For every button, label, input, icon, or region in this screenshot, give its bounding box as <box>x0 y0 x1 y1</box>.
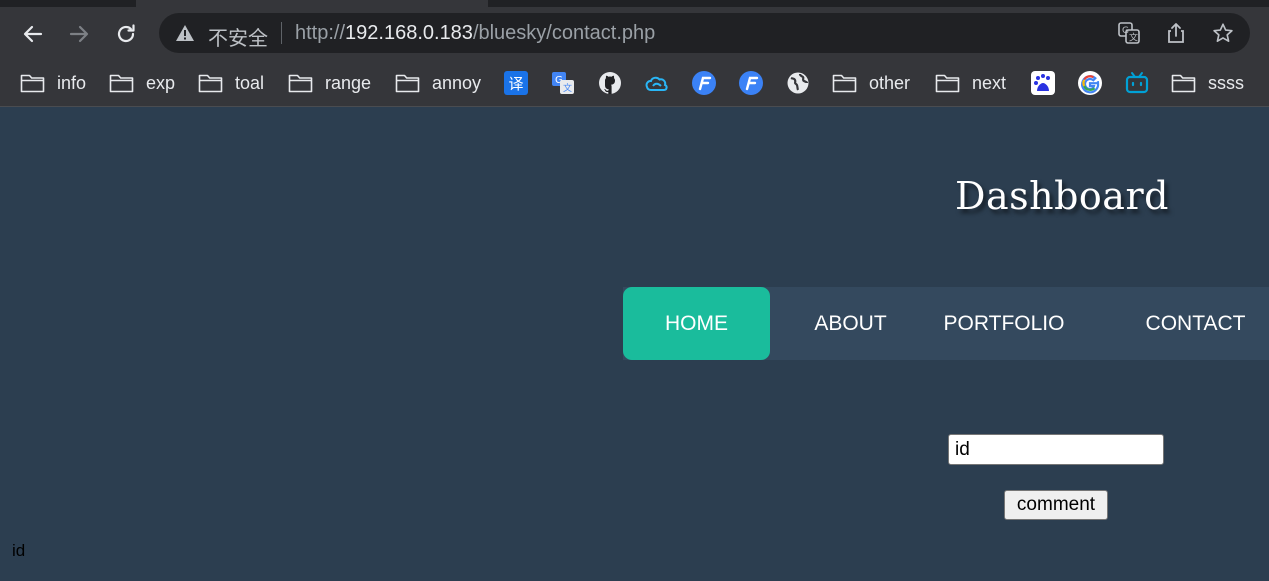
baidu-translate-icon[interactable]: 译 <box>503 70 529 96</box>
github-icon[interactable] <box>597 70 623 96</box>
output-text: id <box>12 541 26 560</box>
folder-icon <box>1171 74 1196 93</box>
folder-icon <box>395 74 420 93</box>
active-tab[interactable] <box>136 0 488 7</box>
bookmark-label: annoy <box>432 72 482 93</box>
bookmark-folder-info[interactable]: info <box>20 70 86 96</box>
baidu-icon[interactable] <box>1030 70 1056 96</box>
bookmark-label: info <box>57 72 87 93</box>
menu-item-home[interactable]: HOME <box>623 287 770 360</box>
bookmark-folder-other[interactable]: other <box>832 70 910 96</box>
main-menu: HOME ABOUT PORTFOLIO CONTACT <box>623 287 1269 360</box>
url-path: /bluesky/contact.php <box>472 22 656 44</box>
fofa-icon[interactable] <box>738 70 764 96</box>
reload-icon[interactable] <box>111 19 141 49</box>
url-text[interactable]: http://192.168.0.183/bluesky/contact.php <box>295 22 655 45</box>
svg-text:G: G <box>1122 26 1129 36</box>
comment-button[interactable]: comment <box>1004 490 1108 520</box>
bookmark-folder-ssss[interactable]: ssss <box>1171 70 1244 96</box>
address-bar[interactable]: 不安全 http://192.168.0.183/bluesky/contact… <box>159 13 1250 53</box>
bookmark-folder-toal[interactable]: toal <box>198 70 264 96</box>
warning-icon[interactable] <box>175 24 195 47</box>
bookmark-label: other <box>869 72 911 93</box>
bookmark-label: ssss <box>1208 72 1244 93</box>
folder-icon <box>935 74 960 93</box>
bookmark-label: next <box>972 72 1007 93</box>
bookmark-folder-exp[interactable]: exp <box>109 70 175 96</box>
folder-icon <box>832 74 857 93</box>
security-label[interactable]: 不安全 <box>208 22 268 51</box>
google-icon[interactable] <box>1077 70 1103 96</box>
page-title: Dashboard <box>955 174 1169 218</box>
forward-icon[interactable] <box>64 19 94 49</box>
omnibox-divider <box>281 22 282 44</box>
folder-icon <box>20 74 45 93</box>
id-input[interactable] <box>948 434 1164 465</box>
folder-icon <box>198 74 223 93</box>
menu-item-about[interactable]: ABOUT <box>793 287 908 360</box>
translate-glyph: 译 <box>504 71 528 95</box>
cloud-icon[interactable] <box>644 70 670 96</box>
google-translate-icon[interactable]: G文 <box>550 70 576 96</box>
bookmark-label: range <box>325 72 372 93</box>
bookmarks-bar: info exp toal range annoy 译 G文 other nex… <box>0 61 1269 107</box>
star-icon[interactable] <box>1211 21 1235 45</box>
bookmark-label: toal <box>235 72 265 93</box>
browser-toolbar: 不安全 http://192.168.0.183/bluesky/contact… <box>0 7 1269 61</box>
share-icon[interactable] <box>1164 21 1188 45</box>
menu-item-contact[interactable]: CONTACT <box>1128 287 1263 360</box>
bookmark-label: exp <box>146 72 176 93</box>
bilibili-icon[interactable] <box>1124 70 1150 96</box>
back-icon[interactable] <box>18 19 48 49</box>
svg-text:文: 文 <box>1129 32 1138 44</box>
bookmark-folder-next[interactable]: next <box>935 70 1006 96</box>
folder-icon <box>109 74 134 93</box>
translate-icon[interactable]: G文 <box>1117 21 1141 45</box>
bookmark-folder-range[interactable]: range <box>288 70 371 96</box>
svg-text:文: 文 <box>563 82 572 94</box>
fofa-icon[interactable] <box>691 70 717 96</box>
globe-icon[interactable] <box>785 70 811 96</box>
tab-strip <box>0 0 1269 7</box>
url-scheme: http:// <box>295 22 346 44</box>
folder-icon <box>288 74 313 93</box>
url-host: 192.168.0.183 <box>345 22 473 44</box>
menu-item-portfolio[interactable]: PORTFOLIO <box>928 287 1080 360</box>
bookmark-folder-annoy[interactable]: annoy <box>395 70 481 96</box>
